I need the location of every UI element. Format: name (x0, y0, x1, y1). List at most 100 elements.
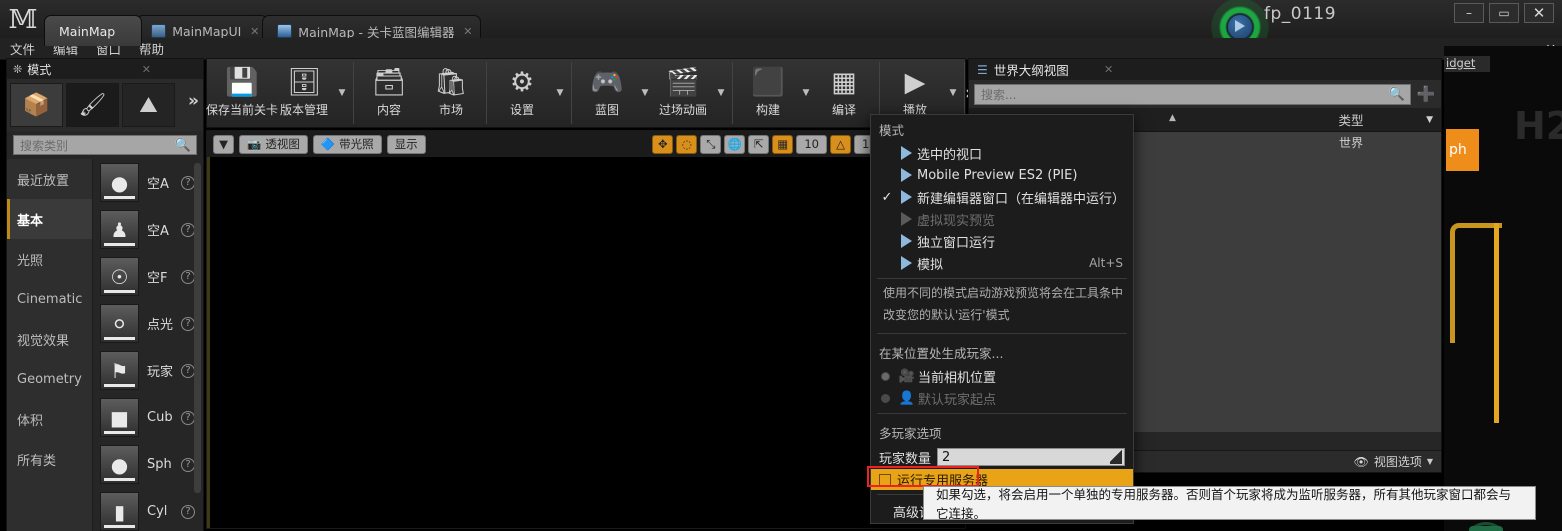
modes-category-visual-effects[interactable]: 视觉效果 (7, 319, 92, 359)
menu-item-selected-viewport[interactable]: 选中的视口 (871, 142, 1133, 164)
chevron-down-icon[interactable]: ▼ (638, 63, 652, 123)
help-icon[interactable]: ? (181, 316, 195, 331)
list-item[interactable]: ⚑ 玩家 ? (93, 347, 203, 394)
translate-gizmo-icon[interactable]: ✥ (652, 134, 674, 154)
player-count-input[interactable]: 2 (937, 448, 1125, 466)
modes-category-geometry[interactable]: Geometry (7, 359, 92, 399)
blueprints-button[interactable]: 🎮 蓝图 (576, 63, 638, 123)
toolbar-group-file: 💾 保存当前关卡 🗄 版本管理 ▼ (206, 62, 354, 124)
list-item[interactable]: ⚪ 点光 ? (93, 300, 203, 347)
content-browser-button[interactable]: 🗃 内容 (358, 63, 420, 123)
modes-panel-tab[interactable]: ❊ 模式 ✕ (7, 59, 203, 79)
menu-item-standalone[interactable]: 独立窗口运行 (871, 230, 1133, 252)
list-item[interactable]: ♟ 空A ? (93, 206, 203, 253)
modes-panel-title: 模式 (27, 62, 52, 77)
marketplace-button[interactable]: 🛍 市场 (420, 63, 482, 123)
list-item[interactable]: ☉ 空F ? (93, 253, 203, 300)
menu-item-help[interactable]: 帮助 (139, 39, 164, 58)
help-icon[interactable]: ? (181, 363, 195, 378)
source-control-icon: 🗄 (286, 67, 322, 98)
scale-gizmo-icon[interactable]: ⤡ (700, 134, 722, 154)
close-icon[interactable]: ✕ (250, 25, 259, 38)
menu-item-file[interactable]: 文件 (10, 39, 35, 58)
cinematics-button[interactable]: 🎬 过场动画 (652, 63, 714, 123)
spinner-arrows-icon[interactable] (1110, 450, 1122, 464)
source-control-button[interactable]: 🗄 版本管理 (273, 63, 335, 123)
modes-category-lights[interactable]: 光照 (7, 239, 92, 279)
viewport-view-mode-button[interactable]: 📷 透视图 (239, 134, 308, 154)
grid-size-value[interactable]: 10 (796, 134, 827, 154)
graph-node-orange[interactable]: ph (1446, 129, 1479, 171)
modes-category-recent[interactable]: 最近放置 (7, 159, 92, 199)
outliner-search-input[interactable]: 搜索... 🔍 (974, 83, 1411, 105)
main-toolbar: 💾 保存当前关卡 🗄 版本管理 ▼ 🗃 内容 🛍 市场 ⚙ 设置 ▼ 🎮 蓝图 … (206, 58, 977, 128)
modes-category-volumes[interactable]: 体积 (7, 399, 92, 439)
viewport-canvas[interactable] (207, 157, 965, 528)
list-item[interactable]: ■ Cub ? (93, 394, 203, 441)
place-mode-icon[interactable]: 📦 (10, 83, 63, 127)
modes-category-list: 最近放置 基本 光照 Cinematic 视觉效果 Geometry 体积 所有… (7, 159, 93, 531)
more-modes-chevron-icon[interactable]: » (188, 91, 199, 111)
close-button[interactable]: ✕ (1524, 3, 1554, 23)
outliner-column-type[interactable]: 类型 ▼ (1261, 110, 1441, 129)
chevron-down-icon[interactable]: ▼ (714, 63, 728, 123)
list-item[interactable]: ● Sph ? (93, 441, 203, 488)
menu-item-current-camera-location[interactable]: 🎥 当前相机位置 (871, 365, 1133, 387)
modes-category-basic[interactable]: 基本 (7, 199, 92, 239)
help-icon[interactable]: ? (181, 504, 195, 519)
modes-category-all-classes[interactable]: 所有类 (7, 439, 92, 479)
actor-thumbnail: ▮ (100, 492, 139, 531)
modes-search-input[interactable]: 搜索类别 🔍 (13, 135, 197, 155)
level-viewport[interactable]: ▼ 📷 透视图 🔷 带光照 显示 ✥ ◌ ⤡ 🌐 ⇱ ▦ 10 △ 10° ↗ (206, 130, 966, 529)
add-actor-icon[interactable]: ➕ (1416, 84, 1436, 104)
widget-tab-label[interactable]: idget (1444, 56, 1490, 72)
chevron-down-icon[interactable]: ▼ (1426, 115, 1433, 125)
viewport-options-dropdown[interactable]: ▼ (213, 134, 234, 154)
modes-list-scrollbar[interactable] (194, 163, 201, 493)
rotate-gizmo-icon[interactable]: ◌ (676, 134, 698, 154)
grid-snap-icon[interactable]: ▦ (772, 134, 794, 154)
camera-icon: 📷 (247, 137, 262, 151)
minimize-button[interactable]: – (1454, 3, 1484, 23)
build-button[interactable]: ⬛ 构建 (737, 63, 799, 123)
angle-snap-icon[interactable]: △ (830, 134, 851, 154)
menu-item-simulate[interactable]: 模拟 Alt+S (871, 252, 1133, 274)
help-icon[interactable]: ? (181, 222, 195, 237)
sort-ascending-icon[interactable]: ▲ (1169, 113, 1176, 123)
settings-button[interactable]: ⚙ 设置 (491, 63, 553, 123)
toolbar-label: 版本管理 (279, 103, 328, 117)
play-new-editor-window-icon (895, 190, 917, 204)
landscape-mode-icon[interactable]: ⛰ (122, 83, 175, 127)
play-simulate-icon (895, 256, 917, 270)
help-icon[interactable]: ? (181, 410, 195, 425)
window-tab-mainmap[interactable]: MainMap (44, 15, 143, 46)
surface-snap-icon[interactable]: ⇱ (748, 134, 770, 154)
maximize-button[interactable]: ▭ (1489, 3, 1519, 23)
play-icon: ▶ (904, 67, 926, 98)
help-icon[interactable]: ? (181, 175, 195, 190)
paint-mode-icon[interactable]: 🖌 (66, 83, 119, 127)
menu-item-mobile-preview[interactable]: Mobile Preview ES2 (PIE) (871, 164, 1133, 186)
world-coords-icon[interactable]: 🌐 (724, 134, 746, 154)
close-icon[interactable]: ✕ (463, 25, 472, 38)
help-icon[interactable]: ? (181, 269, 195, 284)
list-item[interactable]: ▮ Cyl ? (93, 488, 203, 531)
viewport-lighting-button[interactable]: 🔷 带光照 (312, 134, 382, 154)
menu-item-new-editor-window[interactable]: ✓ 新建编辑器窗口（在编辑器中运行） (871, 186, 1133, 208)
world-outliner-tab[interactable]: ☰ 世界大纲视图 ✕ (969, 59, 1441, 80)
close-icon[interactable]: ✕ (142, 63, 151, 76)
save-current-level-button[interactable]: 💾 保存当前关卡 (206, 63, 278, 123)
viewport-show-button[interactable]: 显示 (386, 134, 426, 154)
list-item[interactable]: ● 空A ? (93, 159, 203, 206)
modes-category-cinematic[interactable]: Cinematic (7, 279, 92, 319)
unreal-logo-icon: 𝕄 (8, 5, 38, 35)
chevron-down-icon[interactable]: ▼ (1427, 457, 1433, 466)
help-icon[interactable]: ? (181, 457, 195, 472)
chevron-down-icon[interactable]: ▼ (799, 63, 813, 123)
close-icon[interactable]: ✕ (1104, 63, 1113, 76)
menu-item-vr-preview: 虚拟现实预览 (871, 208, 1133, 230)
chevron-down-icon[interactable]: ▼ (553, 63, 567, 123)
view-options-label[interactable]: 视图选项 (1374, 453, 1422, 470)
chevron-down-icon[interactable]: ▼ (335, 63, 349, 123)
compile-button[interactable]: ▦ 编译 (813, 63, 875, 123)
